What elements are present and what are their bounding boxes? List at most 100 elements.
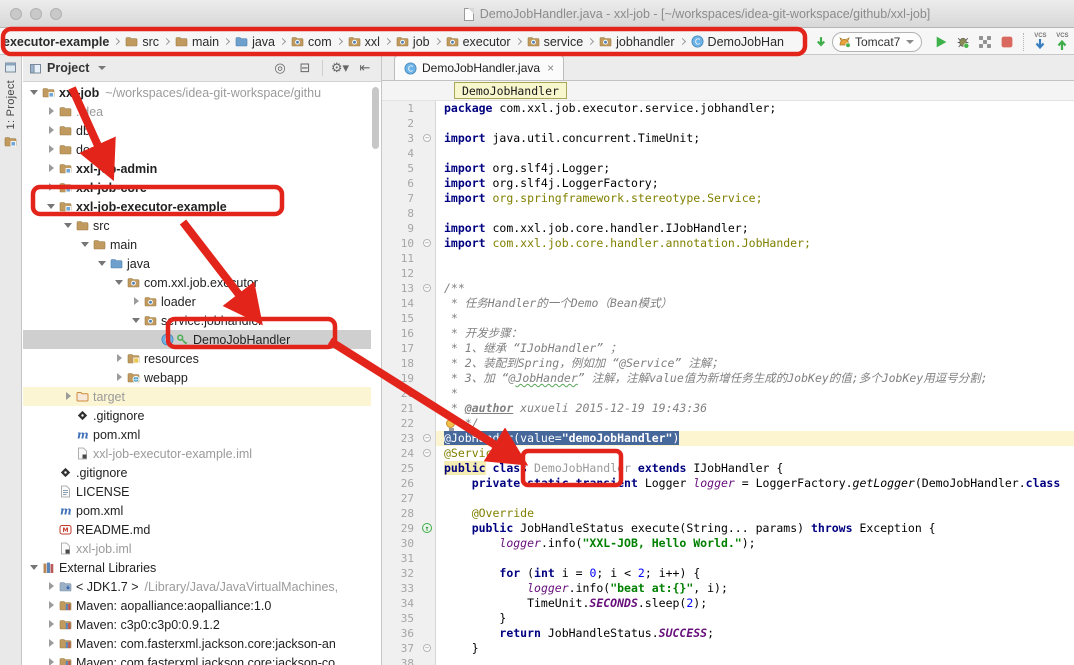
collapse-arrow-icon[interactable] bbox=[29, 562, 40, 573]
code-line-25[interactable]: 25public class DemoJobHandler extends IJ… bbox=[382, 461, 1074, 476]
gutter-line-number[interactable]: 30 bbox=[382, 536, 420, 551]
code-line-22[interactable]: 22 */ bbox=[382, 416, 1074, 431]
gutter-line-number[interactable]: 16 bbox=[382, 326, 420, 341]
collapse-arrow-icon[interactable] bbox=[63, 220, 74, 231]
gutter-line-number[interactable]: 33 bbox=[382, 581, 420, 596]
code-line-11[interactable]: 11 bbox=[382, 251, 1074, 266]
gutter-line-number[interactable]: 21 bbox=[382, 401, 420, 416]
gutter-line-number[interactable]: 36 bbox=[382, 626, 420, 641]
tree-item[interactable]: .gitignore bbox=[23, 463, 371, 482]
gutter-line-number[interactable]: 11 bbox=[382, 251, 420, 266]
gutter-line-number[interactable]: 3 bbox=[382, 131, 420, 146]
tree-item[interactable]: mpom.xml bbox=[23, 425, 371, 444]
expand-arrow-icon[interactable] bbox=[131, 296, 142, 307]
breadcrumb-item-service[interactable]: service bbox=[526, 35, 585, 49]
gutter-line-number[interactable]: 13 bbox=[382, 281, 420, 296]
collapse-arrow-icon[interactable] bbox=[29, 87, 40, 98]
gutter-line-number[interactable]: 18 bbox=[382, 356, 420, 371]
gutter-line-number[interactable]: 8 bbox=[382, 206, 420, 221]
code-line-16[interactable]: 16 * 开发步骤： bbox=[382, 326, 1074, 341]
gutter-line-number[interactable]: 5 bbox=[382, 161, 420, 176]
panel-scrollbar[interactable] bbox=[371, 85, 380, 663]
gear-icon[interactable]: ⚙▾ bbox=[330, 60, 350, 76]
intention-bulb-icon[interactable] bbox=[446, 419, 457, 432]
breadcrumb-item-executor[interactable]: executor bbox=[445, 35, 512, 49]
gutter-line-number[interactable]: 24 bbox=[382, 446, 420, 461]
code-line-32[interactable]: 32 for (int i = 0; i < 2; i++) { bbox=[382, 566, 1074, 581]
gutter-line-number[interactable]: 7 bbox=[382, 191, 420, 206]
gutter-line-number[interactable]: 35 bbox=[382, 611, 420, 626]
gutter-line-number[interactable]: 17 bbox=[382, 341, 420, 356]
code-line-35[interactable]: 35 } bbox=[382, 611, 1074, 626]
zoom-window-button[interactable] bbox=[50, 8, 62, 20]
gutter-line-number[interactable]: 15 bbox=[382, 311, 420, 326]
tree-item[interactable]: .gitignore bbox=[23, 406, 371, 425]
expand-arrow-icon[interactable] bbox=[114, 353, 125, 364]
gutter-line-number[interactable]: 20 bbox=[382, 386, 420, 401]
override-method-icon[interactable]: ↑ bbox=[422, 523, 432, 533]
code-line-26[interactable]: 26 private static transient Logger logge… bbox=[382, 476, 1074, 491]
code-line-36[interactable]: 36 return JobHandleStatus.SUCCESS; bbox=[382, 626, 1074, 641]
code-line-10[interactable]: 10−import com.xxl.job.core.handler.annot… bbox=[382, 236, 1074, 251]
code-line-14[interactable]: 14 * 任务Handler的一个Demo（Bean模式） bbox=[382, 296, 1074, 311]
panel-title-dropdown-icon[interactable] bbox=[98, 66, 106, 70]
close-icon[interactable]: × bbox=[547, 61, 554, 75]
gutter-line-number[interactable]: 28 bbox=[382, 506, 420, 521]
collapse-arrow-icon[interactable] bbox=[80, 239, 91, 250]
code-line-2[interactable]: 2 bbox=[382, 116, 1074, 131]
code-line-8[interactable]: 8 bbox=[382, 206, 1074, 221]
gutter-line-number[interactable]: 27 bbox=[382, 491, 420, 506]
code-line-18[interactable]: 18 * 2、装配到Spring，例如加 “@Service” 注解； bbox=[382, 356, 1074, 371]
gutter-line-number[interactable]: 26 bbox=[382, 476, 420, 491]
expand-arrow-icon[interactable] bbox=[46, 638, 57, 649]
gutter-line-number[interactable]: 38 bbox=[382, 656, 420, 665]
expand-arrow-icon[interactable] bbox=[46, 163, 57, 174]
fold-marker-icon[interactable]: − bbox=[423, 449, 431, 457]
code-line-4[interactable]: 4 bbox=[382, 146, 1074, 161]
split-icon[interactable]: ⊟ bbox=[295, 60, 315, 76]
code-line-1[interactable]: 1package com.xxl.job.executor.service.jo… bbox=[382, 101, 1074, 116]
expand-arrow-icon[interactable] bbox=[46, 125, 57, 136]
gutter-line-number[interactable]: 25 bbox=[382, 461, 420, 476]
expand-arrow-icon[interactable] bbox=[46, 619, 57, 630]
code-line-20[interactable]: 20 * bbox=[382, 386, 1074, 401]
code-viewport[interactable]: 1package com.xxl.job.executor.service.jo… bbox=[382, 101, 1074, 665]
code-line-17[interactable]: 17 * 1、继承 “IJobHandler” ； bbox=[382, 341, 1074, 356]
tree-item[interactable]: resources bbox=[23, 349, 371, 368]
tree-item[interactable]: < JDK1.7 >/Library/Java/JavaVirtualMachi… bbox=[23, 577, 371, 596]
tree-item[interactable]: External Libraries bbox=[23, 558, 371, 577]
breadcrumb-item-src[interactable]: src bbox=[124, 35, 160, 49]
tree-item[interactable]: doc bbox=[23, 140, 371, 159]
expand-arrow-icon[interactable] bbox=[46, 657, 57, 665]
breadcrumb-item-jobhandler[interactable]: jobhandler bbox=[598, 35, 675, 49]
gutter-line-number[interactable]: 29 bbox=[382, 521, 420, 536]
run-button[interactable] bbox=[930, 31, 952, 53]
collapse-arrow-icon[interactable] bbox=[46, 201, 57, 212]
gutter-line-number[interactable]: 34 bbox=[382, 596, 420, 611]
tree-item[interactable]: target bbox=[23, 387, 371, 406]
tree-item[interactable]: Maven: com.fasterxml.jackson.core:jackso… bbox=[23, 653, 371, 665]
tree-item[interactable]: src bbox=[23, 216, 371, 235]
code-line-34[interactable]: 34 TimeUnit.SECONDS.sleep(2); bbox=[382, 596, 1074, 611]
tree-item[interactable]: xxl-job-executor-example.iml bbox=[23, 444, 371, 463]
code-line-5[interactable]: 5import org.slf4j.Logger; bbox=[382, 161, 1074, 176]
expand-arrow-icon[interactable] bbox=[114, 372, 125, 383]
breadcrumb-item-main[interactable]: main bbox=[174, 35, 220, 49]
gutter-line-number[interactable]: 32 bbox=[382, 566, 420, 581]
vcs-commit-button[interactable]: VCS bbox=[1051, 33, 1073, 50]
tree-item[interactable]: mpom.xml bbox=[23, 501, 371, 520]
coverage-button[interactable] bbox=[974, 31, 996, 53]
collapse-arrow-icon[interactable] bbox=[114, 277, 125, 288]
tree-item[interactable]: service.jobhandler bbox=[23, 311, 371, 330]
expand-arrow-icon[interactable] bbox=[46, 600, 57, 611]
tree-item[interactable]: main bbox=[23, 235, 371, 254]
code-line-31[interactable]: 31 bbox=[382, 551, 1074, 566]
breadcrumb-item-java[interactable]: java bbox=[234, 35, 276, 49]
expand-arrow-icon[interactable] bbox=[63, 391, 74, 402]
code-line-12[interactable]: 12 bbox=[382, 266, 1074, 281]
tree-item[interactable]: .idea bbox=[23, 102, 371, 121]
code-line-9[interactable]: 9import com.xxl.job.core.handler.IJobHan… bbox=[382, 221, 1074, 236]
code-line-30[interactable]: 30 logger.info("XXL-JOB, Hello World."); bbox=[382, 536, 1074, 551]
code-line-6[interactable]: 6import org.slf4j.LoggerFactory; bbox=[382, 176, 1074, 191]
expand-arrow-icon[interactable] bbox=[46, 106, 57, 117]
